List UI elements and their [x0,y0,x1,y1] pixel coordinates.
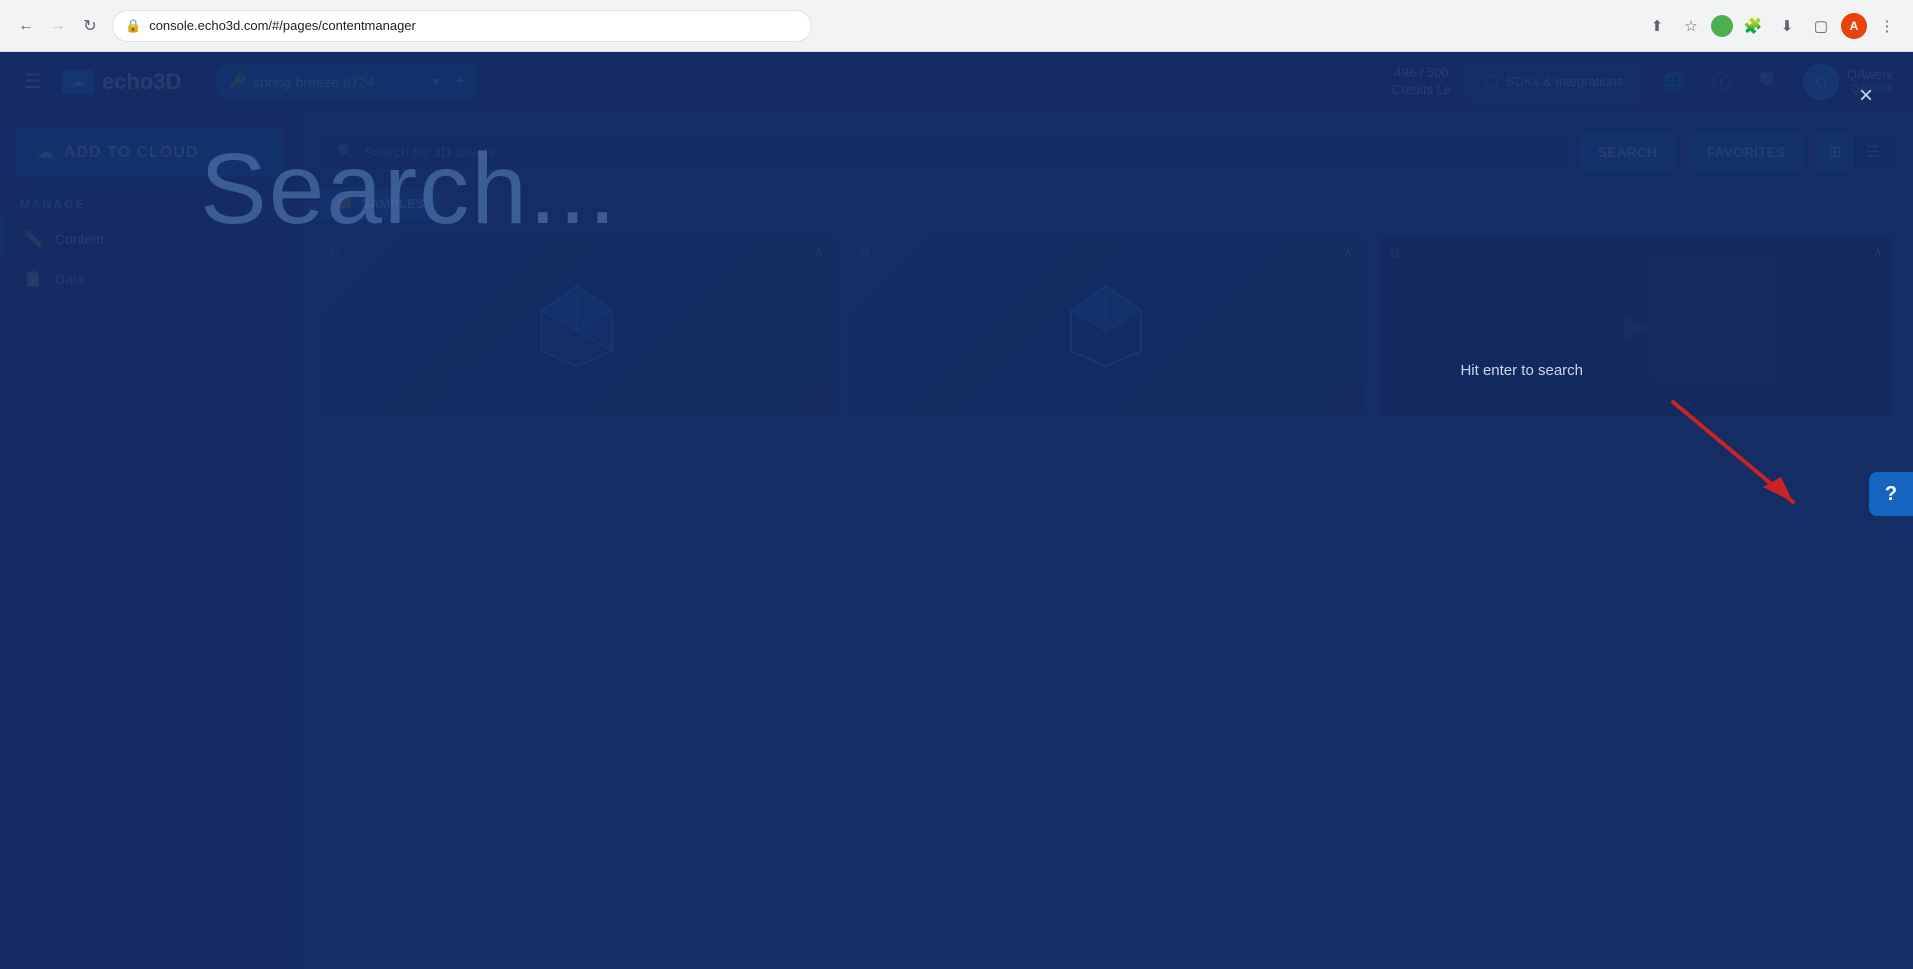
puzzle-button[interactable]: 🧩 [1739,12,1767,40]
search-big-text: Search... [200,132,618,247]
share-button[interactable]: ⬆ [1643,12,1671,40]
close-overlay-button[interactable]: × [1859,82,1873,110]
menu-button[interactable]: ⋮ [1873,12,1901,40]
url-text: console.echo3d.com/#/pages/contentmanage… [149,18,799,33]
back-button[interactable]: ← [12,12,40,40]
profile-avatar[interactable]: A [1841,13,1867,39]
reload-button[interactable]: ↻ [76,12,104,40]
nav-buttons: ← → ↻ [12,12,104,40]
browser-chrome: ← → ↻ 🔒 console.echo3d.com/#/pages/conte… [0,0,1913,52]
download-button[interactable]: ⬇ [1773,12,1801,40]
extension-dot [1711,15,1733,37]
browser-actions: ⬆ ☆ 🧩 ⬇ ▢ A ⋮ [1643,12,1901,40]
search-overlay: Search... Hit enter to search × [0,52,1913,969]
red-arrow [1653,382,1813,522]
bookmark-button[interactable]: ☆ [1677,12,1705,40]
lock-icon: 🔒 [125,18,141,34]
forward-button[interactable]: → [44,12,72,40]
help-button[interactable]: ? [1869,472,1913,516]
tab-button[interactable]: ▢ [1807,12,1835,40]
hit-enter-text: Hit enter to search [1460,362,1583,379]
app-container: ☰ ☁ echo3D 🔑 spring-breeze-6724 ▼ + 496 … [0,52,1913,969]
address-bar[interactable]: 🔒 console.echo3d.com/#/pages/contentmana… [112,10,812,42]
